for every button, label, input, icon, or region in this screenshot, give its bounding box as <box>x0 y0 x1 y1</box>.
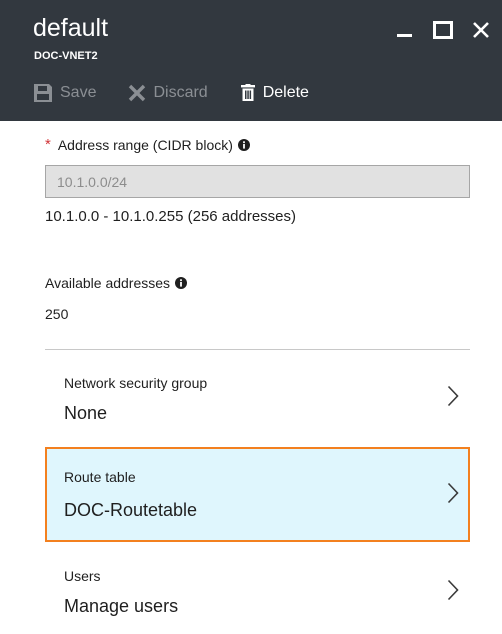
nav-row-label: Users <box>64 568 101 584</box>
discard-label: Discard <box>153 84 208 101</box>
delete-button[interactable]: Delete <box>240 83 309 103</box>
command-bar: Save Discard Delete <box>33 80 341 106</box>
chevron-right-icon <box>447 482 459 504</box>
delete-label: Delete <box>262 84 309 101</box>
chevron-right-icon <box>447 385 459 407</box>
minimize-button[interactable] <box>394 19 416 41</box>
minimize-icon <box>397 34 412 37</box>
info-icon[interactable] <box>175 277 188 289</box>
save-button[interactable]: Save <box>33 83 96 103</box>
close-icon <box>473 22 489 38</box>
route-table-row[interactable]: Route table DOC-Routetable <box>45 447 470 542</box>
address-range-label: * Address range (CIDR block) <box>45 136 250 154</box>
blade-title: default <box>33 14 109 42</box>
window-controls <box>394 18 492 42</box>
save-icon <box>34 84 52 102</box>
section-divider <box>45 349 470 350</box>
maximize-button[interactable] <box>432 19 454 41</box>
available-addresses-value: 250 <box>45 306 69 322</box>
maximize-icon <box>433 21 453 39</box>
available-addresses-label: Available addresses <box>45 274 188 292</box>
available-addresses-label-text: Available addresses <box>45 275 171 291</box>
users-row[interactable]: Users Manage users <box>45 558 470 628</box>
nav-row-value: DOC-Routetable <box>64 500 198 520</box>
address-range-summary: 10.1.0.0 - 10.1.0.255 (256 addresses) <box>45 208 297 225</box>
trash-icon <box>240 84 255 101</box>
address-range-input[interactable] <box>45 165 470 198</box>
address-range-label-text: Address range (CIDR block) <box>57 137 233 153</box>
discard-x-icon <box>129 84 146 102</box>
required-marker: * <box>45 136 51 153</box>
nav-row-value: Manage users <box>64 596 179 616</box>
nav-row-label: Route table <box>64 469 136 485</box>
chevron-right-icon <box>447 579 459 601</box>
discard-button[interactable]: Discard <box>128 83 208 103</box>
blade-header: default DOC-VNET2 Save Discard Delete <box>0 0 502 121</box>
save-label: Save <box>60 84 97 101</box>
blade-subtitle: DOC-VNET2 <box>34 50 98 62</box>
info-icon[interactable] <box>237 139 250 151</box>
network-security-group-row[interactable]: Network security group None <box>45 360 470 436</box>
close-button[interactable] <box>470 19 492 41</box>
nav-row-label: Network security group <box>64 375 208 391</box>
nav-row-value: None <box>64 403 108 423</box>
